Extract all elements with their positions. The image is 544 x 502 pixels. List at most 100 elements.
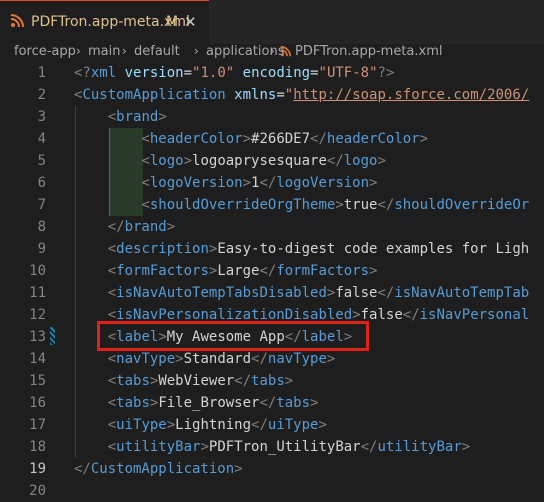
code-token: > — [310, 395, 319, 411]
code-token: > — [158, 109, 167, 125]
code-token: #266DE7 — [251, 131, 311, 147]
code-token: > — [242, 131, 252, 147]
code-editor[interactable]: 1 2 3 4 5 6 7 8 9 10 11 12 13 14 15 16 17 18 19 20 <?xml ve… — [0, 62, 544, 500]
code-line: <navType>Standard</navType> — [74, 348, 336, 370]
breadcrumb-force-app[interactable]: force-app — [14, 44, 76, 59]
line-number: 7 — [37, 197, 46, 213]
code-token: < — [107, 395, 117, 411]
line-number: 1 — [37, 65, 46, 81]
code-token: <? — [74, 65, 91, 81]
code-token: tabs — [116, 373, 150, 389]
code-token: </ — [259, 263, 277, 279]
code-token: </ — [251, 351, 268, 367]
code-token: utilityBar — [116, 439, 201, 455]
modified-indicator: M — [166, 14, 179, 30]
close-icon[interactable]: ✕ — [184, 13, 197, 31]
code-token: tabs — [116, 395, 150, 411]
code-token: uiType — [267, 417, 319, 433]
line-number: 18 — [29, 439, 46, 455]
code-token: > — [318, 417, 327, 433]
line-number: 4 — [37, 131, 46, 147]
code-token: brand — [124, 219, 167, 235]
code-token: tabs — [276, 395, 311, 411]
code-token: </ — [259, 175, 277, 191]
code-token: > — [335, 197, 344, 213]
code-token: </ — [74, 461, 91, 477]
code-token: CustomApplication — [90, 461, 235, 477]
code-token: http://soap.sforce.com/2006/ — [293, 87, 530, 103]
code-token: headerColor — [149, 131, 243, 147]
breadcrumb-default[interactable]: default — [134, 44, 180, 59]
line-number: 2 — [37, 87, 46, 103]
line-number: 14 — [29, 351, 46, 367]
rss-xml-icon — [10, 14, 24, 28]
modified-line-marker — [50, 327, 55, 345]
code-token: Easy-to-digest code examples for Ligh — [217, 241, 530, 257]
chevron-right-icon: › — [122, 44, 127, 58]
line-number: 6 — [37, 175, 46, 191]
code-token: utilityBar — [377, 439, 462, 455]
line-number: 8 — [37, 219, 46, 235]
code-token: < — [141, 131, 150, 147]
code-token: version — [124, 65, 184, 81]
code-token: Lightning — [175, 417, 252, 433]
code-token: ?> — [377, 65, 395, 81]
code-token: WebViewer — [158, 373, 235, 389]
code-line: <description>Easy-to-digest code example… — [74, 238, 529, 260]
code-token: Large — [217, 263, 260, 279]
code-token: false — [335, 285, 378, 301]
code-token: > — [234, 461, 243, 477]
code-line: <utilityBar>PDFTron_UtilityBar</utilityB… — [74, 436, 470, 458]
code-line: <logoVersion>1</logoVersion> — [74, 172, 377, 194]
code-token: = — [310, 65, 319, 81]
code-token: > — [461, 439, 471, 455]
line-number: 15 — [29, 373, 46, 389]
line-number: 19 — [29, 461, 46, 477]
code-line: <brand> — [74, 106, 167, 128]
chevron-right-icon: › — [270, 44, 275, 58]
code-token: < — [107, 263, 117, 279]
line-number: 20 — [29, 483, 46, 499]
code-token: > — [242, 175, 252, 191]
code-token: < — [141, 153, 150, 169]
code-token: > — [166, 219, 176, 235]
code-token: < — [107, 241, 117, 257]
code-token: </ — [251, 417, 268, 433]
code-token: > — [377, 153, 386, 169]
code-token: = — [183, 65, 193, 81]
code-token: isNavPersonal — [419, 307, 530, 323]
code-token: description — [116, 241, 209, 257]
code-token: formFactors — [276, 263, 370, 279]
code-token: </ — [234, 373, 252, 389]
code-token: brand — [116, 109, 159, 125]
code-token: logo — [343, 153, 378, 169]
code-token: </ — [310, 131, 327, 147]
code-token: logo — [149, 153, 184, 169]
code-token: > — [369, 263, 378, 279]
chevron-right-icon: › — [76, 44, 81, 58]
code-token: > — [166, 417, 176, 433]
code-token: "UTF-8" — [318, 65, 378, 81]
code-token: > — [369, 175, 378, 191]
code-token: < — [107, 285, 117, 301]
code-token: > — [175, 351, 184, 367]
editor-tab[interactable]: PDFTron.app-meta.xml M ✕ — [0, 0, 209, 44]
code-token: isNavAutoTempTabsDisabled — [116, 285, 327, 301]
code-token: < — [107, 439, 117, 455]
line-number: 9 — [37, 241, 46, 257]
code-token: > — [200, 439, 209, 455]
line-number: 5 — [37, 153, 46, 169]
breadcrumb-file[interactable]: PDFTron.app-meta.xml — [295, 44, 443, 59]
code-token: headerColor — [326, 131, 420, 147]
breadcrumb-main[interactable]: main — [88, 44, 120, 59]
code-line: </CustomApplication> — [74, 458, 243, 480]
